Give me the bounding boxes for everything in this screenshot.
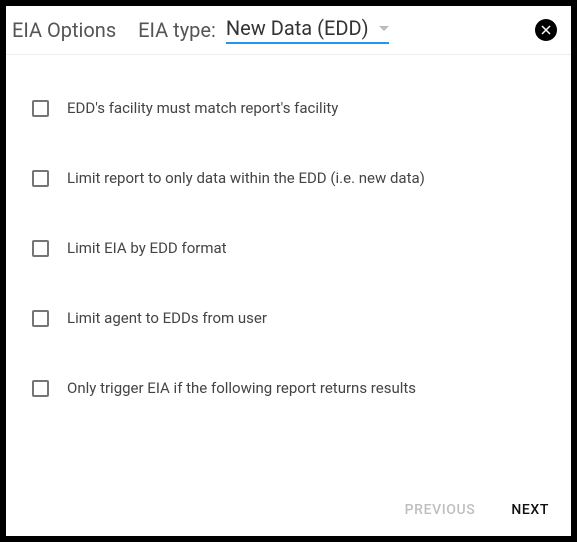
option-label: Limit agent to EDDs from user [67, 309, 267, 327]
option-row: EDD's facility must match report's facil… [32, 73, 545, 143]
option-row: Limit agent to EDDs from user [32, 283, 545, 353]
next-button[interactable]: Next [511, 502, 549, 518]
close-icon [540, 24, 552, 36]
close-button[interactable] [535, 19, 557, 41]
dialog-panel: EIA Options EIA type: New Data (EDD) EDD… [6, 6, 571, 536]
options-list: EDD's facility must match report's facil… [6, 55, 571, 490]
option-label: Only trigger EIA if the following report… [67, 379, 416, 397]
option-row: Limit EIA by EDD format [32, 213, 545, 283]
dialog-title: EIA Options [12, 18, 116, 42]
eia-type-select[interactable]: New Data (EDD) [226, 16, 389, 44]
option-row: Only trigger EIA if the following report… [32, 353, 545, 423]
eia-type-value: New Data (EDD) [226, 16, 369, 40]
dialog-header: EIA Options EIA type: New Data (EDD) [6, 6, 571, 55]
option-row: Limit report to only data within the EDD… [32, 143, 545, 213]
checkbox-limit-agent-user[interactable] [32, 310, 49, 327]
chevron-down-icon [379, 26, 389, 31]
eia-type-label: EIA type: [138, 18, 216, 42]
checkbox-trigger-report[interactable] [32, 380, 49, 397]
dialog-footer: Previous Next [6, 490, 571, 536]
checkbox-limit-report-edd[interactable] [32, 170, 49, 187]
option-label: Limit EIA by EDD format [67, 239, 227, 257]
checkbox-limit-eia-format[interactable] [32, 240, 49, 257]
previous-button[interactable]: Previous [405, 502, 476, 518]
option-label: EDD's facility must match report's facil… [67, 99, 338, 117]
option-label: Limit report to only data within the EDD… [67, 169, 425, 187]
checkbox-facility-match[interactable] [32, 100, 49, 117]
